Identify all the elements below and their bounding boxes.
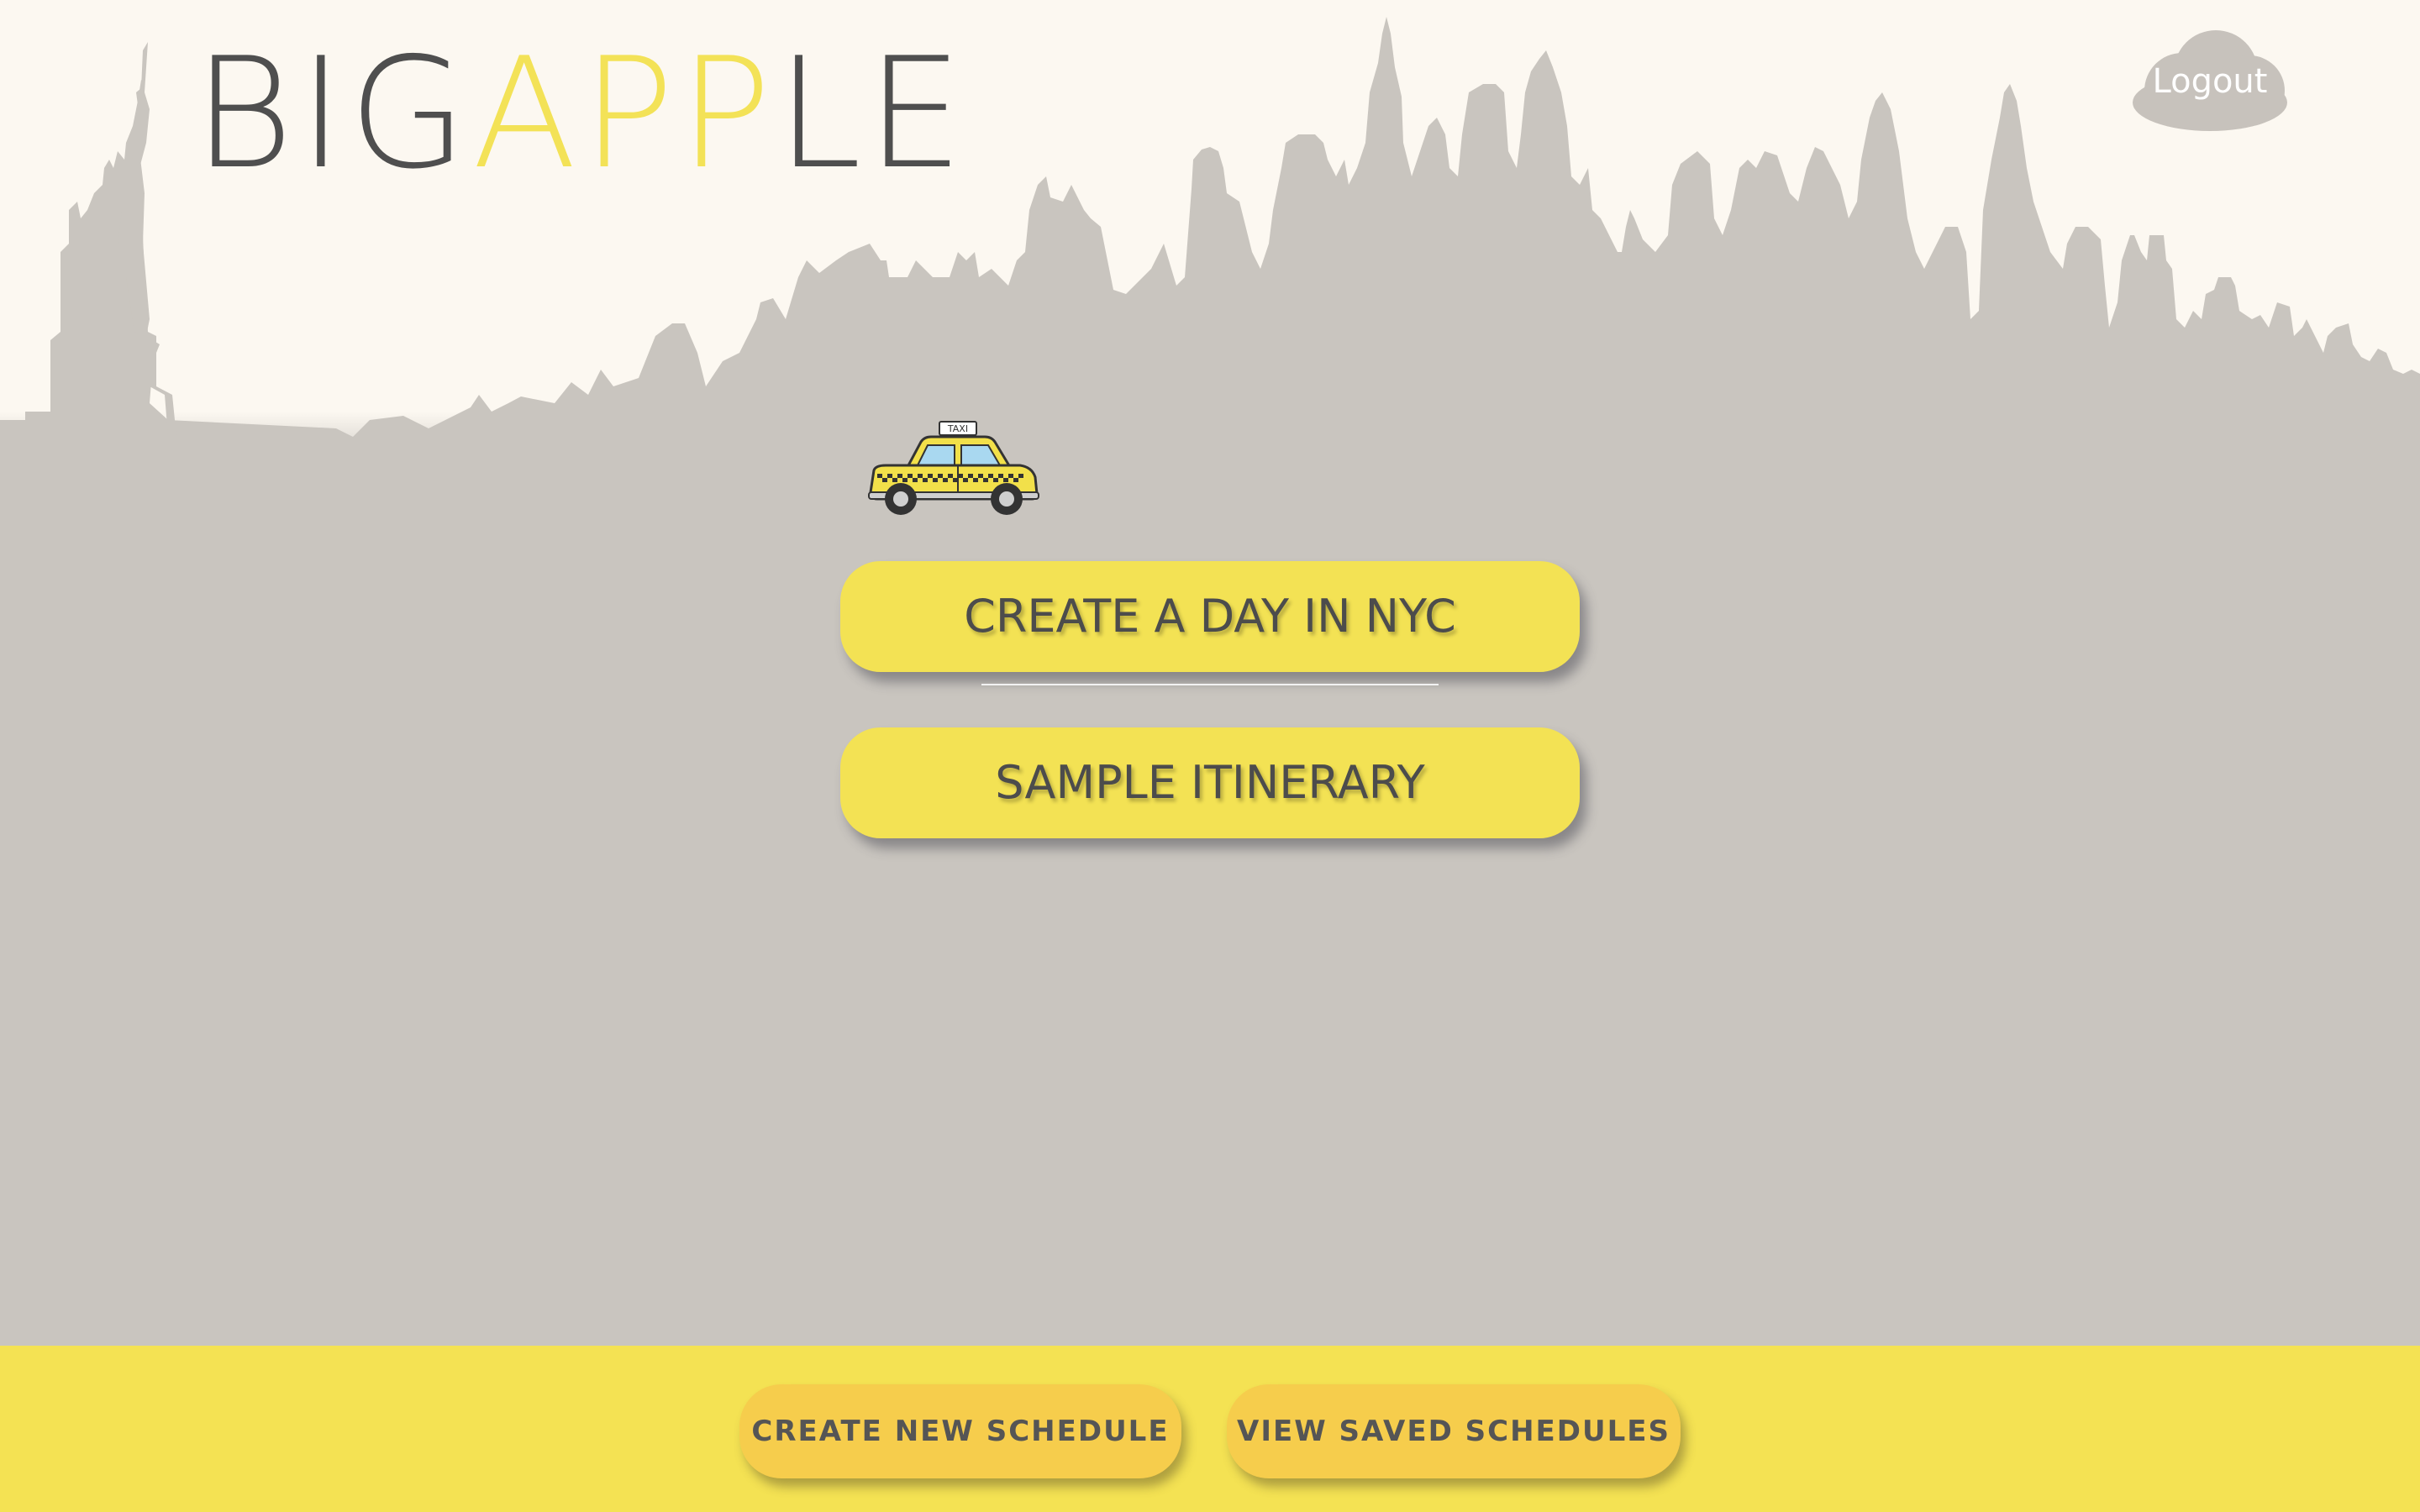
sample-itinerary-button[interactable]: SAMPLE ITINERARY (840, 727, 1580, 838)
taxi-sign-text: TAXI (947, 423, 968, 434)
logo-part-app: APP (471, 24, 776, 202)
create-day-button[interactable]: CREATE A DAY IN NYC (840, 561, 1580, 672)
view-saved-schedules-button[interactable]: VIEW SAVED SCHEDULES (1227, 1384, 1681, 1478)
footer-bar: CREATE NEW SCHEDULE VIEW SAVED SCHEDULES (0, 1346, 2420, 1512)
app-logo: BIGAPPLE (193, 34, 968, 193)
logo-part-le: LE (776, 24, 969, 202)
main-area: BIGAPPLE Logout TAXI CREATE A DAY IN NYC… (0, 0, 2420, 1346)
create-new-schedule-button[interactable]: CREATE NEW SCHEDULE (739, 1384, 1181, 1478)
logout-button[interactable]: Logout (2130, 25, 2290, 134)
logout-label: Logout (2152, 62, 2268, 101)
logo-part-big: BIG (193, 24, 472, 202)
taxi-icon: TAXI (868, 421, 1039, 515)
divider (981, 684, 1439, 685)
